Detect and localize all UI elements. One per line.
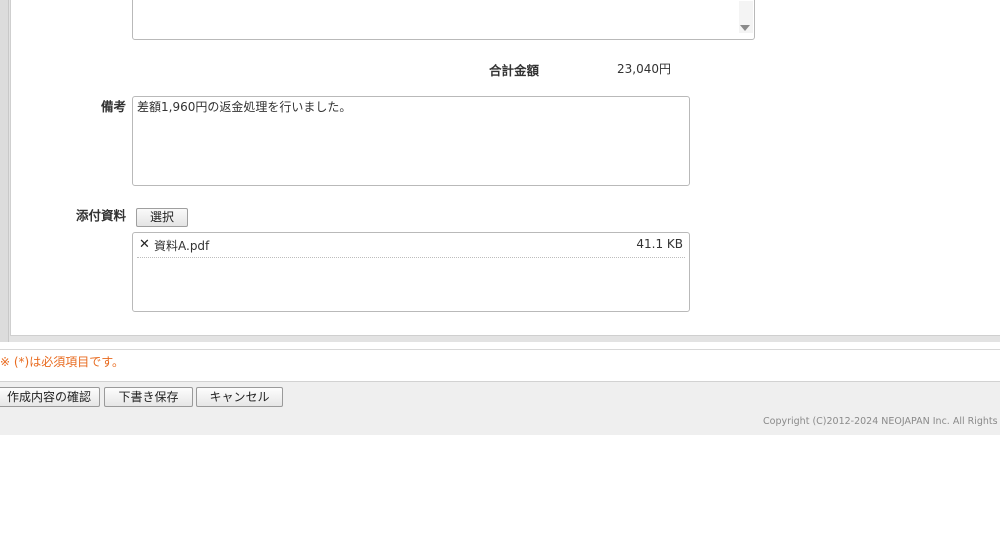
required-fields-notice: ※ (*)は必須項目です。 (0, 355, 125, 369)
remarks-textarea[interactable]: 差額1,960円の返金処理を行いました。 (132, 96, 690, 186)
x-icon[interactable]: ✕ (139, 238, 151, 252)
save-draft-button[interactable]: 下書き保存 (104, 387, 193, 407)
notice-bar: ※ (*)は必須項目です。 (0, 349, 1000, 382)
previous-textarea[interactable] (132, 0, 755, 40)
attachment-file-size: 41.1 KB (636, 237, 683, 251)
attachment-file-name[interactable]: 資料A.pdf (154, 237, 209, 254)
page: 合計金額 23,040円 備考 差額1,960円の返金処理を行いました。 添付資… (0, 0, 1000, 550)
attachments-label: 添付資料 (75, 208, 126, 223)
frame-left-edge (0, 0, 9, 342)
confirm-button[interactable]: 作成内容の確認 (0, 387, 100, 407)
form-frame: 合計金額 23,040円 備考 差額1,960円の返金処理を行いました。 添付資… (0, 0, 1000, 342)
total-amount-label: 合計金額 (489, 63, 540, 78)
total-amount-value: 23,040円 (617, 62, 671, 76)
copyright-text: Copyright (C)2012-2024 NEOJAPAN Inc. All… (763, 416, 1000, 427)
select-file-button[interactable]: 選択 (136, 208, 188, 227)
textarea-scrollbar[interactable] (739, 1, 753, 33)
scroll-down-arrow-icon[interactable] (740, 25, 750, 31)
form-panel: 合計金額 23,040円 備考 差額1,960円の返金処理を行いました。 添付資… (10, 0, 1000, 336)
remarks-label: 備考 (100, 99, 126, 114)
attachment-item: ✕ 資料A.pdf 41.1 KB (137, 235, 685, 258)
action-bar: 作成内容の確認 下書き保存 キャンセル Copyright (C)2012-20… (0, 381, 1000, 435)
attachment-list: ✕ 資料A.pdf 41.1 KB (132, 232, 690, 312)
cancel-button[interactable]: キャンセル (196, 387, 283, 407)
